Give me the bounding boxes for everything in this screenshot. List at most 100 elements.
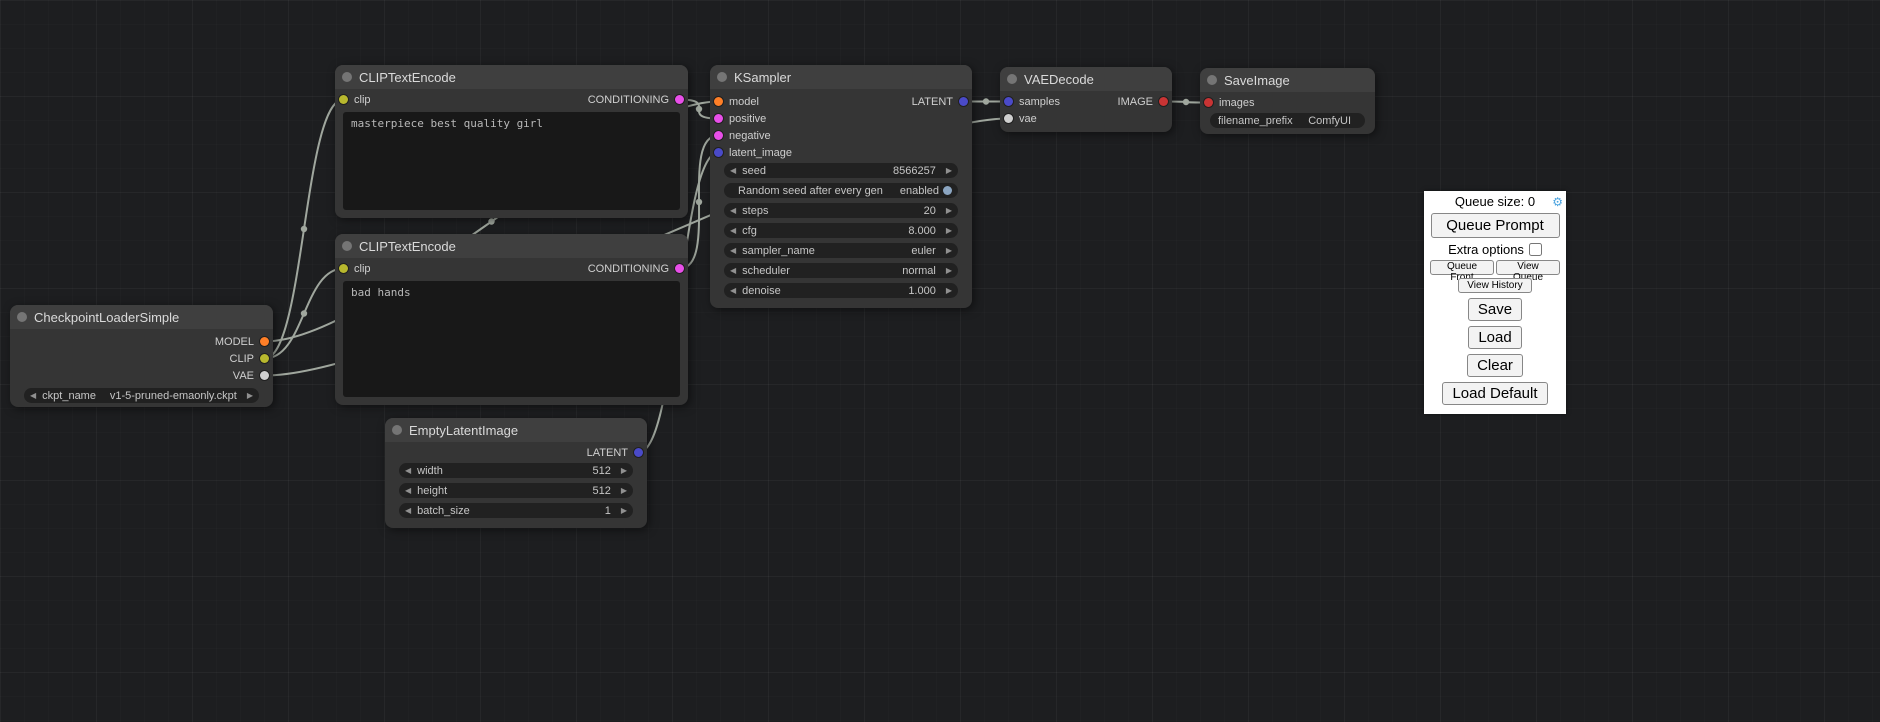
latent-input-dot[interactable] [714,148,723,157]
widget-steps[interactable]: ◀ steps 20 ▶ [724,203,958,218]
output-slot-model[interactable]: MODEL [10,333,273,350]
output-slot-conditioning[interactable]: CONDITIONING [588,263,684,275]
decrease-arrow-icon[interactable]: ◀ [730,267,736,275]
decrease-arrow-icon[interactable]: ◀ [405,467,411,475]
output-slot-image[interactable]: IMAGE [1092,93,1172,110]
conditioning-output-dot[interactable] [675,264,684,273]
widget-filename-prefix[interactable]: filename_prefix ComfyUI [1210,113,1365,128]
conditioning-input-dot[interactable] [714,131,723,140]
node-collapse-dot-icon[interactable] [717,72,727,82]
widget-ckpt-name[interactable]: ◀ ckpt_name v1-5-pruned-emaonly.ckpt ▶ [24,388,259,403]
output-slot-clip[interactable]: CLIP [10,350,273,367]
input-slot-images[interactable]: images [1200,94,1375,111]
latent-output-dot[interactable] [959,97,968,106]
output-slot-conditioning[interactable]: CONDITIONING [588,94,684,106]
node-ksampler[interactable]: KSampler model positive negative latent_… [710,65,972,308]
decrease-arrow-icon[interactable]: ◀ [730,247,736,255]
node-cliptextencode-positive[interactable]: CLIPTextEncode clip CONDITIONING masterp… [335,65,688,218]
toggle-on-indicator[interactable] [943,186,952,195]
widget-denoise[interactable]: ◀ denoise 1.000 ▶ [724,283,958,298]
model-input-dot[interactable] [714,97,723,106]
node-title-bar[interactable]: VAEDecode [1000,67,1172,91]
load-default-button[interactable]: Load Default [1442,382,1547,405]
decrease-arrow-icon[interactable]: ◀ [730,227,736,235]
decrease-arrow-icon[interactable]: ◀ [730,287,736,295]
node-collapse-dot-icon[interactable] [1207,75,1217,85]
load-button[interactable]: Load [1468,326,1521,349]
widget-seed[interactable]: ◀ seed 8566257 ▶ [724,163,958,178]
node-title: EmptyLatentImage [409,423,518,438]
node-collapse-dot-icon[interactable] [17,312,27,322]
input-slot-clip[interactable]: clip [339,263,371,275]
output-slot-latent[interactable]: LATENT [862,93,972,110]
increase-arrow-icon[interactable]: ▶ [946,247,952,255]
node-collapse-dot-icon[interactable] [1007,74,1017,84]
widget-width[interactable]: ◀ width 512 ▶ [399,463,633,478]
vae-input-dot[interactable] [1004,114,1013,123]
node-title-bar[interactable]: CheckpointLoaderSimple [10,305,273,329]
node-saveimage[interactable]: SaveImage images filename_prefix ComfyUI [1200,68,1375,134]
input-slot-negative[interactable]: negative [710,127,972,144]
widget-batch-size[interactable]: ◀ batch_size 1 ▶ [399,503,633,518]
conditioning-output-dot[interactable] [675,95,684,104]
widget-value: normal [902,265,936,277]
decrease-arrow-icon[interactable]: ◀ [405,507,411,515]
widget-random-seed-toggle[interactable]: Random seed after every gen enabled [724,183,958,198]
increase-arrow-icon[interactable]: ▶ [946,167,952,175]
input-slot-positive[interactable]: positive [710,110,972,127]
increase-arrow-icon[interactable]: ▶ [946,227,952,235]
node-cliptextencode-negative[interactable]: CLIPTextEncode clip CONDITIONING bad han… [335,234,688,405]
vae-output-dot[interactable] [260,371,269,380]
extra-options-checkbox[interactable] [1529,243,1542,256]
model-output-dot[interactable] [260,337,269,346]
node-checkpointloadersimple[interactable]: CheckpointLoaderSimple MODEL CLIP VAE ◀ … [10,305,273,407]
negative-prompt-textarea[interactable]: bad hands [343,281,680,397]
widget-cfg[interactable]: ◀ cfg 8.000 ▶ [724,223,958,238]
decrease-arrow-icon[interactable]: ◀ [730,167,736,175]
latent-input-dot[interactable] [1004,97,1013,106]
node-collapse-dot-icon[interactable] [342,241,352,251]
input-slot-latent-image[interactable]: latent_image [710,144,972,161]
node-collapse-dot-icon[interactable] [392,425,402,435]
widget-scheduler[interactable]: ◀ scheduler normal ▶ [724,263,958,278]
clip-output-dot[interactable] [260,354,269,363]
queue-prompt-button[interactable]: Queue Prompt [1431,213,1560,238]
increase-arrow-icon[interactable]: ▶ [621,487,627,495]
input-slot-clip[interactable]: clip [339,94,371,106]
view-queue-button[interactable]: View Queue [1496,260,1560,275]
increase-arrow-icon[interactable]: ▶ [946,287,952,295]
increase-arrow-icon[interactable]: ▶ [621,467,627,475]
node-emptylatentimage[interactable]: EmptyLatentImage LATENT ◀ width 512 ▶ ◀ … [385,418,647,528]
image-output-dot[interactable] [1159,97,1168,106]
output-slot-vae[interactable]: VAE [10,367,273,384]
increase-arrow-icon[interactable]: ▶ [946,267,952,275]
increase-arrow-icon[interactable]: ▶ [247,392,253,400]
increase-arrow-icon[interactable]: ▶ [946,207,952,215]
output-slot-latent[interactable]: LATENT [385,444,647,461]
node-title-bar[interactable]: KSampler [710,65,972,89]
save-button[interactable]: Save [1468,298,1522,321]
clear-button[interactable]: Clear [1467,354,1523,377]
node-vaedecode[interactable]: VAEDecode samples vae IMAGE [1000,67,1172,132]
image-input-dot[interactable] [1204,98,1213,107]
clip-input-dot[interactable] [339,264,348,273]
node-title-bar[interactable]: SaveImage [1200,68,1375,92]
settings-gear-icon[interactable]: ⚙ [1552,194,1563,210]
latent-output-dot[interactable] [634,448,643,457]
view-history-button[interactable]: View History [1458,278,1532,293]
input-slot-vae[interactable]: vae [1000,110,1172,127]
widget-sampler-name[interactable]: ◀ sampler_name euler ▶ [724,243,958,258]
widget-height[interactable]: ◀ height 512 ▶ [399,483,633,498]
increase-arrow-icon[interactable]: ▶ [621,507,627,515]
node-title-bar[interactable]: CLIPTextEncode [335,234,688,258]
node-collapse-dot-icon[interactable] [342,72,352,82]
decrease-arrow-icon[interactable]: ◀ [30,392,36,400]
queue-front-button[interactable]: Queue Front [1430,260,1494,275]
clip-input-dot[interactable] [339,95,348,104]
decrease-arrow-icon[interactable]: ◀ [405,487,411,495]
node-title-bar[interactable]: EmptyLatentImage [385,418,647,442]
positive-prompt-textarea[interactable]: masterpiece best quality girl [343,112,680,210]
node-title-bar[interactable]: CLIPTextEncode [335,65,688,89]
conditioning-input-dot[interactable] [714,114,723,123]
decrease-arrow-icon[interactable]: ◀ [730,207,736,215]
